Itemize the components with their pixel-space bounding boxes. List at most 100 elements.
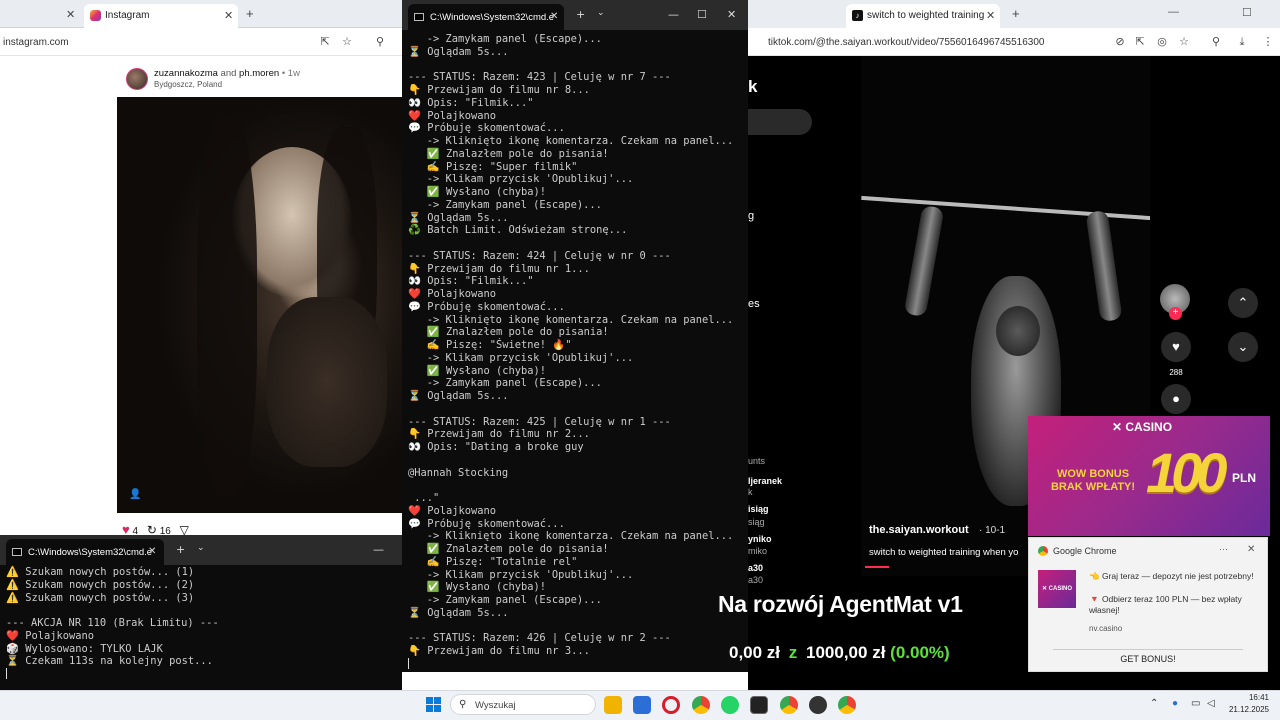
clock-time[interactable]: 16:41: [1229, 693, 1269, 702]
install-icon[interactable]: ⇱: [1134, 36, 1146, 48]
new-tab-icon[interactable]: +: [1012, 6, 1020, 21]
tray-icon[interactable]: ●: [1172, 698, 1178, 709]
casino-currency: PLN: [1232, 471, 1256, 485]
get-bonus-button[interactable]: GET BONUS!: [1053, 649, 1243, 667]
casino-brand: CASINO: [1125, 420, 1173, 434]
video-caption: switch to weighted training when yo: [869, 547, 1019, 558]
post-username[interactable]: zuzannakozma: [154, 68, 218, 79]
terminal-line: 👇 Przewijam do filmu nr 1...: [408, 262, 590, 275]
extension-icon[interactable]: ⚲: [374, 36, 386, 48]
post-photo[interactable]: 👤: [117, 97, 407, 513]
close-notification-icon[interactable]: ✕: [1247, 544, 1255, 555]
terminal-line: 💬 Próbuję skomentować...: [408, 122, 565, 135]
url-text[interactable]: instagram.com: [3, 37, 69, 48]
tt-search-fragment[interactable]: [748, 109, 812, 135]
calendar-app-icon[interactable]: [633, 696, 651, 714]
tab-instagram[interactable]: Instagram ✕: [84, 4, 238, 28]
tt-action-column: + ⌃ ⌄ ♥ 288 ●: [1150, 56, 1280, 416]
text-cursor: [6, 668, 7, 679]
network-icon[interactable]: ▭: [1191, 698, 1200, 709]
chevron-up-icon[interactable]: ⌃: [1228, 288, 1258, 318]
tagged-user-icon[interactable]: 👤: [129, 489, 141, 500]
account-fragment[interactable]: a30: [748, 563, 763, 573]
nav-fragment[interactable]: es: [748, 298, 760, 310]
terminal-line: --- STATUS: Razem: 426 | Celuję w nr 2 -…: [408, 632, 671, 645]
tracking-icon[interactable]: ◎: [1156, 36, 1168, 48]
taskbar-search[interactable]: ⚲ Wyszukaj: [450, 694, 596, 715]
close-icon[interactable]: ✕: [66, 8, 75, 21]
close-tab-icon[interactable]: ✕: [550, 11, 558, 22]
close-tab-icon[interactable]: ✕: [986, 9, 995, 22]
chrome-notification[interactable]: Google Chrome ··· ✕ ✕ CASINO 👈 Graj tera…: [1028, 537, 1268, 672]
tab-cmd-main[interactable]: C:\Windows\System32\cmd.e ✕: [408, 4, 564, 30]
nav-fragment[interactable]: g: [748, 210, 754, 222]
clock-date[interactable]: 21.12.2025: [1225, 705, 1269, 714]
chevron-down-icon[interactable]: ⌄: [597, 8, 605, 18]
volume-icon[interactable]: ◁: [1207, 698, 1215, 709]
chevron-up-icon[interactable]: ⌃: [1150, 698, 1158, 709]
chrome-profile-icon[interactable]: [780, 696, 798, 714]
main-cmd-output[interactable]: -> Zamykam panel (Escape)... ⏳ Oglądam 5s…: [408, 33, 733, 672]
close-tab-icon[interactable]: ✕: [148, 546, 156, 557]
bookmark-star-icon[interactable]: ☆: [1178, 36, 1190, 48]
account-fragment[interactable]: yniko: [748, 534, 772, 544]
download-icon[interactable]: ⤓: [1236, 36, 1248, 48]
account-fragment[interactable]: isiąg: [748, 504, 769, 514]
account-fragment[interactable]: ljeranek: [748, 476, 782, 486]
tab-cmd-small[interactable]: C:\Windows\System32\cmd.e ✕: [6, 539, 164, 565]
more-options-icon[interactable]: ···: [1219, 544, 1228, 554]
post-time: • 1w: [281, 68, 300, 79]
chrome-profile-dark-icon[interactable]: [809, 696, 827, 714]
small-cmd-output[interactable]: ⚠️ Szukam nowych postów... (1) ⚠️ Szukam …: [6, 566, 219, 682]
minimize-icon[interactable]: —: [373, 543, 384, 556]
account-fragment[interactable]: a30: [748, 575, 763, 585]
extension-icon[interactable]: ⚲: [1210, 36, 1222, 48]
url-text[interactable]: tiktok.com/@the.saiyan.workout/video/755…: [768, 37, 1044, 48]
chrome-taskbar-icon[interactable]: [692, 696, 710, 714]
terminal-taskbar-icon[interactable]: [750, 696, 768, 714]
post-location[interactable]: Bydgoszcz, Poland: [154, 80, 222, 89]
video-progress-bar[interactable]: [865, 566, 889, 568]
like-count: 288: [1169, 368, 1183, 377]
post-username-2[interactable]: ph.moren: [239, 68, 279, 79]
install-icon[interactable]: ⇱: [319, 36, 331, 48]
chrome-profile-2-icon[interactable]: [838, 696, 856, 714]
minimize-icon[interactable]: —: [668, 8, 679, 21]
casino-headline-2: BRAK WPŁATY!: [1050, 481, 1136, 493]
whatsapp-icon[interactable]: [721, 696, 739, 714]
terminal-line: ⏳ Oglądam 5s...: [408, 45, 509, 58]
terminal-line: ✍️ Piszę: "Super filmik": [408, 160, 578, 173]
chevron-down-icon[interactable]: ⌄: [1228, 332, 1258, 362]
video-author[interactable]: the.saiyan.workout: [869, 524, 969, 536]
terminal-line: -> Zamykam panel (Escape)...: [408, 198, 602, 211]
menu-icon[interactable]: ⋮: [1262, 36, 1274, 48]
opera-icon[interactable]: [662, 696, 680, 714]
bookmark-star-icon[interactable]: ☆: [341, 36, 353, 48]
follow-plus-icon[interactable]: +: [1169, 307, 1182, 320]
file-explorer-icon[interactable]: [604, 696, 622, 714]
terminal-cursor-line[interactable]: [408, 657, 733, 672]
terminal-cursor-line[interactable]: [6, 668, 219, 682]
account-fragment[interactable]: k: [748, 487, 753, 497]
new-tab-icon[interactable]: +: [576, 8, 585, 21]
terminal-line: -> Kliknięto ikonę komentarza. Czekam na…: [408, 530, 734, 543]
eye-off-icon[interactable]: ⊘: [1114, 36, 1126, 48]
account-fragment[interactable]: miko: [748, 546, 767, 556]
close-window-icon[interactable]: ✕: [727, 8, 736, 21]
new-tab-icon[interactable]: +: [246, 6, 254, 21]
comment-icon[interactable]: ●: [1161, 384, 1191, 414]
chevron-down-icon[interactable]: ⌄: [197, 543, 205, 553]
maximize-icon[interactable]: ☐: [1242, 6, 1252, 19]
donation-goal-stats: 0,00 zł z 1000,00 zł (0.00%): [729, 643, 950, 663]
like-heart-icon[interactable]: ♥: [1161, 332, 1191, 362]
maximize-icon[interactable]: ☐: [697, 8, 707, 21]
new-tab-icon[interactable]: +: [176, 543, 185, 556]
close-tab-icon[interactable]: ✕: [224, 9, 233, 22]
windows-start-icon[interactable]: [426, 697, 441, 712]
avatar[interactable]: [126, 68, 148, 90]
account-fragment[interactable]: siąg: [748, 517, 765, 527]
tab-tiktok[interactable]: ♪ switch to weighted training ✕: [846, 4, 1000, 28]
minimize-icon[interactable]: —: [1168, 6, 1179, 18]
casino-ad-banner[interactable]: ✕ CASINO WOW BONUS BRAK WPŁATY! 100 PLN: [1028, 416, 1270, 536]
